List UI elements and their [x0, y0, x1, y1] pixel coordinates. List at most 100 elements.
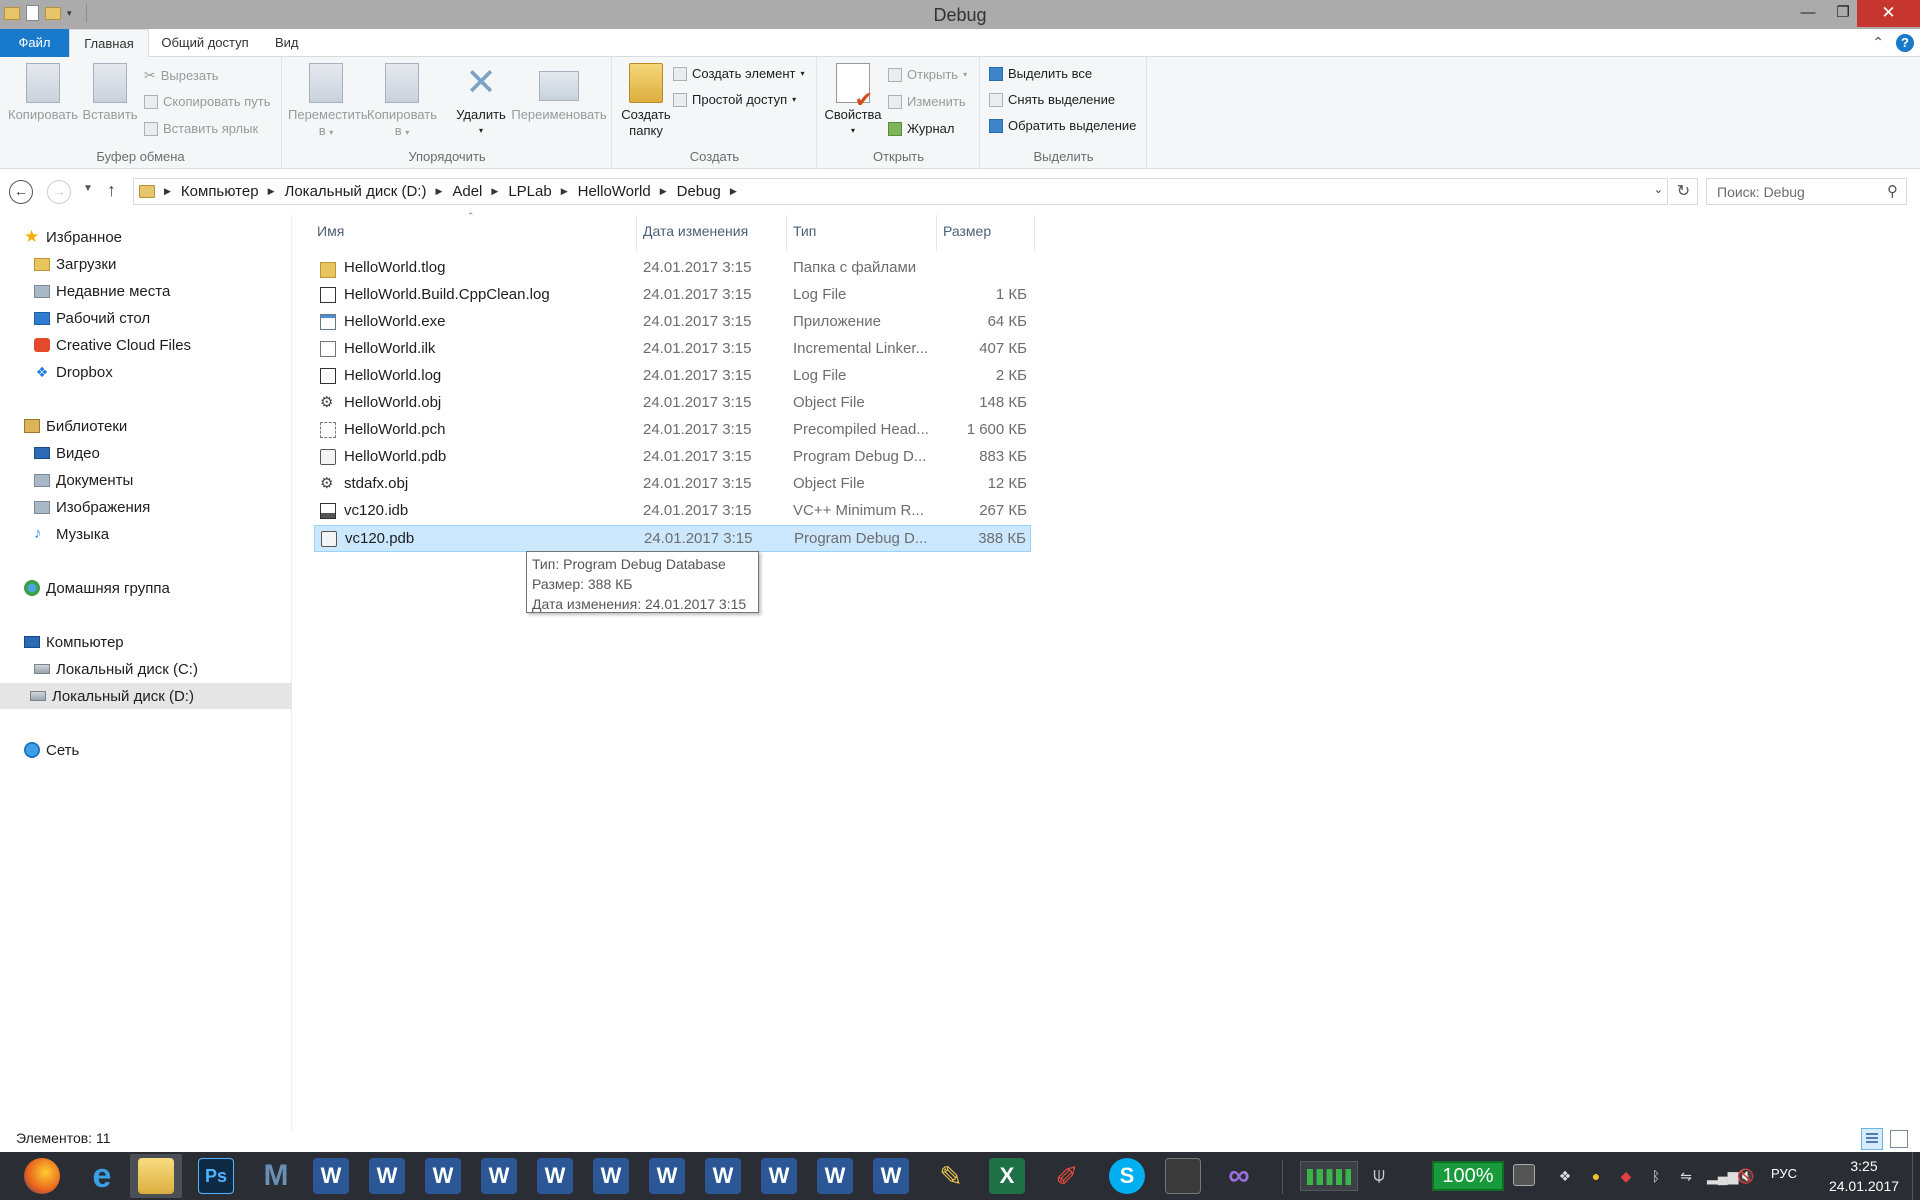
file-row[interactable]: HelloWorld.Build.CppClean.log 24.01.2017… — [314, 282, 1031, 309]
nav-desktop[interactable]: Рабочий стол — [34, 305, 150, 331]
invert-selection-button[interactable]: Обратить выделение — [989, 118, 1136, 133]
search-icon[interactable]: ⚲ — [1887, 182, 1898, 200]
large-icons-view-icon[interactable] — [1890, 1130, 1908, 1148]
taskbar-word-10[interactable]: W — [809, 1154, 861, 1198]
breadcrumb-item[interactable]: Debug ▶ — [677, 183, 747, 200]
taskbar-skype[interactable]: S — [1101, 1154, 1153, 1198]
antenna-icon[interactable]: ⍦ — [1373, 1164, 1385, 1187]
taskbar-word-8[interactable]: W — [697, 1154, 749, 1198]
select-none-button[interactable]: Снять выделение — [989, 92, 1115, 107]
open-button[interactable]: Открыть ▾ — [888, 67, 967, 82]
taskbar-word-3[interactable]: W — [417, 1154, 469, 1198]
address-history-dropdown[interactable]: ⌄ — [1654, 183, 1663, 196]
taskbar-internet-explorer[interactable]: e — [76, 1154, 128, 1198]
collapse-ribbon-icon[interactable]: ⌃ — [1872, 34, 1884, 51]
column-header-name[interactable]: Имя — [317, 221, 344, 253]
address-bar[interactable]: ▶ Компьютер ▶ Локальный диск (D:) ▶ Adel ▶ … — [133, 178, 1668, 205]
show-desktop-button[interactable] — [1912, 1152, 1920, 1200]
close-button[interactable]: ✕ — [1857, 0, 1920, 27]
file-row[interactable]: ⚙ HelloWorld.obj 24.01.2017 3:15 Object … — [314, 390, 1031, 417]
file-row[interactable]: HelloWorld.log 24.01.2017 3:15 Log File … — [314, 363, 1031, 390]
cut-button[interactable]: ✂ Вырезать — [144, 67, 219, 84]
paste-shortcut-button[interactable]: Вставить ярлык — [144, 121, 258, 136]
taskbar-file-explorer[interactable] — [130, 1154, 182, 1198]
taskbar-visual-studio[interactable]: ∞ — [1213, 1154, 1265, 1198]
edit-button[interactable]: Изменить — [888, 94, 966, 109]
taskbar-matlab[interactable]: M — [250, 1154, 302, 1198]
properties-button[interactable]: Свойства ▾ — [822, 63, 884, 139]
copy-to-button[interactable]: Копировать в ▾ — [366, 63, 438, 141]
nav-network[interactable]: Сеть — [24, 737, 79, 763]
file-row[interactable]: ⚙ stdafx.obj 24.01.2017 3:15 Object File… — [314, 471, 1031, 498]
adobe-tray-icon[interactable]: ◆ — [1617, 1167, 1635, 1185]
copy-path-button[interactable]: Скопировать путь — [144, 94, 271, 109]
nav-computer[interactable]: Компьютер — [24, 629, 124, 655]
tab-file[interactable]: Файл — [0, 29, 69, 57]
nav-libraries[interactable]: Библиотеки — [24, 413, 127, 439]
tab-home[interactable]: Главная — [69, 29, 149, 58]
refresh-button[interactable]: ↻ — [1670, 178, 1698, 205]
power-plug-icon[interactable] — [1513, 1164, 1535, 1186]
nav-homegroup[interactable]: Домашняя группа — [24, 575, 170, 601]
battery-indicator[interactable]: 100% — [1432, 1161, 1504, 1191]
nav-recent-places[interactable]: Недавние места — [34, 278, 170, 304]
input-language[interactable]: РУС — [1771, 1166, 1797, 1181]
taskbar-word-1[interactable]: W — [305, 1154, 357, 1198]
breadcrumb-item[interactable]: Локальный диск (D:) ▶ — [284, 183, 452, 200]
file-row[interactable]: vc120.idb 24.01.2017 3:15 VC++ Minimum R… — [314, 498, 1031, 525]
breadcrumb-root-arrow[interactable]: ▶ — [155, 186, 181, 197]
help-icon[interactable]: ? — [1896, 34, 1914, 52]
nav-favorites[interactable]: ★ Избранное — [24, 224, 122, 250]
history-button[interactable]: Журнал — [888, 121, 954, 136]
taskbar-paint[interactable]: ✎ — [925, 1154, 977, 1198]
breadcrumb-item[interactable]: Компьютер ▶ — [181, 183, 285, 200]
notification-tray-icon[interactable]: ● — [1587, 1167, 1605, 1185]
nav-images[interactable]: Изображения — [34, 494, 150, 520]
nav-disk-c[interactable]: Локальный диск (C:) — [34, 656, 198, 682]
details-view-icon[interactable] — [1861, 1128, 1883, 1150]
column-divider[interactable] — [1034, 215, 1035, 251]
maximize-button[interactable]: ❐ — [1825, 0, 1861, 27]
breadcrumb-item[interactable]: Adel ▶ — [452, 183, 508, 200]
tab-view[interactable]: Вид — [265, 29, 305, 57]
dropbox-tray-icon[interactable]: ❖ — [1556, 1167, 1574, 1185]
nav-creative-cloud[interactable]: Creative Cloud Files — [34, 332, 191, 358]
nav-music[interactable]: ♪ Музыка — [34, 521, 109, 547]
taskbar-photoshop[interactable]: Ps — [190, 1154, 242, 1198]
new-folder-button[interactable]: Создать папку — [618, 63, 674, 139]
bluetooth-icon[interactable]: ᛒ — [1647, 1167, 1665, 1185]
tab-share[interactable]: Общий доступ — [150, 29, 260, 57]
column-header-size[interactable]: Размер — [943, 221, 991, 253]
column-divider[interactable] — [936, 215, 937, 251]
back-button[interactable]: ← — [9, 180, 33, 204]
file-row[interactable]: HelloWorld.exe 24.01.2017 3:15 Приложени… — [314, 309, 1031, 336]
file-row[interactable]: HelloWorld.tlog 24.01.2017 3:15 Папка с … — [314, 255, 1031, 282]
network-tray-icon[interactable]: ⇋ — [1677, 1167, 1695, 1185]
column-header-date[interactable]: Дата изменения — [643, 221, 748, 253]
paste-button[interactable]: Вставить — [82, 63, 138, 123]
file-row[interactable]: HelloWorld.ilk 24.01.2017 3:15 Increment… — [314, 336, 1031, 363]
easy-access-button[interactable]: Простой доступ ▾ — [673, 92, 796, 107]
taskbar-word-2[interactable]: W — [361, 1154, 413, 1198]
nav-downloads[interactable]: Загрузки — [34, 251, 116, 277]
taskbar-word-4[interactable]: W — [473, 1154, 525, 1198]
clock[interactable]: 3:25 24.01.2017 — [1820, 1156, 1908, 1196]
taskbar-excel[interactable]: X — [981, 1154, 1033, 1198]
signal-strength-icon[interactable] — [1300, 1161, 1358, 1191]
file-row[interactable]: HelloWorld.pdb 24.01.2017 3:15 Program D… — [314, 444, 1031, 471]
wifi-icon[interactable]: ▂▄▆ — [1707, 1167, 1738, 1185]
nav-video[interactable]: Видео — [34, 440, 100, 466]
nav-dropbox[interactable]: ❖ Dropbox — [34, 359, 113, 385]
taskbar-word-6[interactable]: W — [585, 1154, 637, 1198]
recent-locations-icon[interactable]: ▼ — [83, 183, 93, 194]
copy-button[interactable]: Копировать — [6, 63, 80, 123]
nav-documents[interactable]: Документы — [34, 467, 133, 493]
move-to-button[interactable]: Переместить в ▾ — [288, 63, 368, 141]
taskbar-word-11[interactable]: W — [865, 1154, 917, 1198]
taskbar-paint-brush[interactable]: ✐ — [1041, 1154, 1093, 1198]
breadcrumb-item[interactable]: HelloWorld ▶ — [578, 183, 677, 200]
new-item-button[interactable]: Создать элемент ▾ — [673, 66, 805, 81]
taskbar-word-9[interactable]: W — [753, 1154, 805, 1198]
rename-button[interactable]: Переименовать — [507, 63, 611, 123]
column-divider[interactable] — [636, 215, 637, 251]
